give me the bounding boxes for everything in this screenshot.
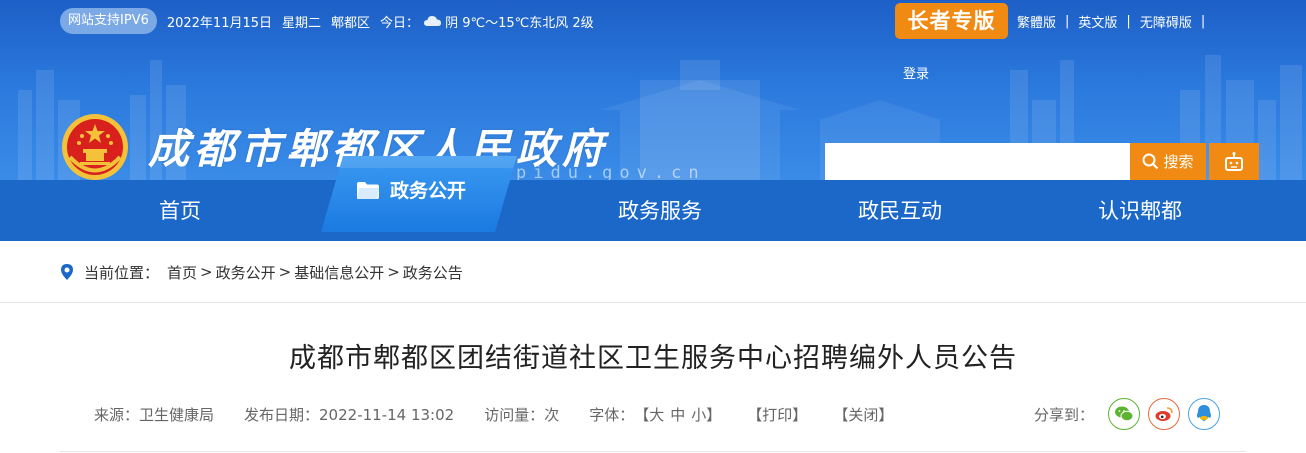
article-publish-date: 发布日期：2022-11-14 13:02 (244, 406, 455, 424)
breadcrumb-basic-info[interactable]: 基础信息公开 (294, 262, 384, 283)
top-info-bar: 网站支持IPV6 2022年11月15日 星期二 郫都区 今日： 阴 9℃～15… (60, 8, 594, 34)
article-source: 来源：卫生健康局 (94, 406, 215, 424)
breadcrumb-separator: > (200, 263, 213, 281)
font-size-label: 字体： (589, 406, 635, 424)
breadcrumb-home[interactable]: 首页 (167, 262, 197, 283)
robot-assistant-button[interactable] (1209, 143, 1259, 180)
breadcrumb-open-government[interactable]: 政务公开 (216, 262, 276, 283)
qq-icon (1197, 405, 1212, 421)
separator: | (1126, 14, 1131, 29)
nav-item-about[interactable]: 认识郫都 (1050, 180, 1230, 241)
breadcrumb-separator: > (278, 263, 292, 281)
today-label: 今日： (380, 15, 420, 31)
main-nav: 首页 政务服务 政民互动 认识郫都 (0, 180, 1306, 241)
location-pin-icon (61, 264, 73, 280)
separator: | (1200, 14, 1206, 29)
nav-item-open-government[interactable]: 政务公开 (356, 176, 466, 203)
close-button[interactable]: 【关闭】 (833, 404, 893, 425)
article-views: 访问量：次 (484, 406, 560, 424)
font-size-bracket: 【 (634, 406, 650, 424)
accessible-link[interactable]: 无障碍版 (1140, 12, 1192, 31)
district-name: 郫都区 (331, 15, 371, 31)
breadcrumb: 当前位置： 首页 > 政务公开 > 基础信息公开 > 政务公告 (60, 259, 463, 285)
font-size-large[interactable]: 大 (649, 404, 664, 425)
share-weibo-button[interactable] (1148, 398, 1181, 430)
share-bar: 分享到： (1034, 398, 1228, 430)
divider (60, 451, 1246, 452)
login-link[interactable]: 登录 (903, 63, 929, 82)
share-wechat-button[interactable] (1108, 398, 1141, 430)
header-banner: 网站支持IPV6 2022年11月15日 星期二 郫都区 今日： 阴 9℃～15… (0, 0, 1306, 180)
national-emblem-logo (62, 114, 128, 180)
search-button[interactable]: 搜索 (1130, 143, 1206, 180)
wechat-icon (1115, 406, 1134, 422)
font-size-small[interactable]: 小 (691, 404, 706, 425)
folder-icon (357, 181, 379, 199)
print-button[interactable]: 【打印】 (747, 404, 807, 425)
current-weekday: 星期二 (282, 15, 322, 31)
breadcrumb-announcements[interactable]: 政务公告 (403, 262, 463, 283)
weather-info: 阴 9℃～15℃东北风 2级 (423, 12, 594, 31)
search-icon (1142, 153, 1159, 170)
current-date: 2022年11月15日 (166, 15, 273, 31)
font-size-bracket: 】 (706, 406, 722, 424)
article-meta: 来源：卫生健康局 发布日期：2022-11-14 13:02 访问量：次 字体：… (94, 404, 893, 425)
ipv6-badge: 网站支持IPV6 (60, 8, 157, 34)
nav-item-interaction[interactable]: 政民互动 (810, 180, 990, 241)
weather-text: 阴 9℃～15℃东北风 2级 (445, 15, 594, 31)
english-link[interactable]: 英文版 (1078, 12, 1117, 31)
breadcrumb-label: 当前位置： (84, 263, 160, 282)
font-size-medium[interactable]: 中 (670, 404, 685, 425)
search-button-label: 搜索 (1163, 153, 1194, 171)
weibo-icon (1155, 407, 1173, 421)
site-domain: pidu.gov.cn (516, 163, 706, 180)
robot-icon (1225, 151, 1243, 171)
share-qq-button[interactable] (1188, 398, 1221, 430)
elder-mode-button[interactable]: 长者专版 (895, 3, 1008, 39)
cloud-icon (424, 16, 442, 26)
article-title: 成都市郫都区团结街道社区卫生服务中心招聘编外人员公告 (289, 343, 1017, 374)
nav-item-services[interactable]: 政务服务 (570, 180, 750, 241)
search-input[interactable] (825, 143, 1130, 180)
nav-item-open-government-label: 政务公开 (390, 180, 467, 202)
nav-item-home[interactable]: 首页 (90, 180, 270, 241)
share-label: 分享到： (1034, 405, 1095, 424)
search-bar: 搜索 (825, 143, 1259, 180)
breadcrumb-separator: > (387, 263, 400, 281)
language-links: 繁體版 | 英文版 | 无障碍版 | (1017, 12, 1214, 31)
traditional-chinese-link[interactable]: 繁體版 (1017, 12, 1056, 31)
divider (0, 302, 1306, 303)
separator: | (1065, 14, 1070, 29)
